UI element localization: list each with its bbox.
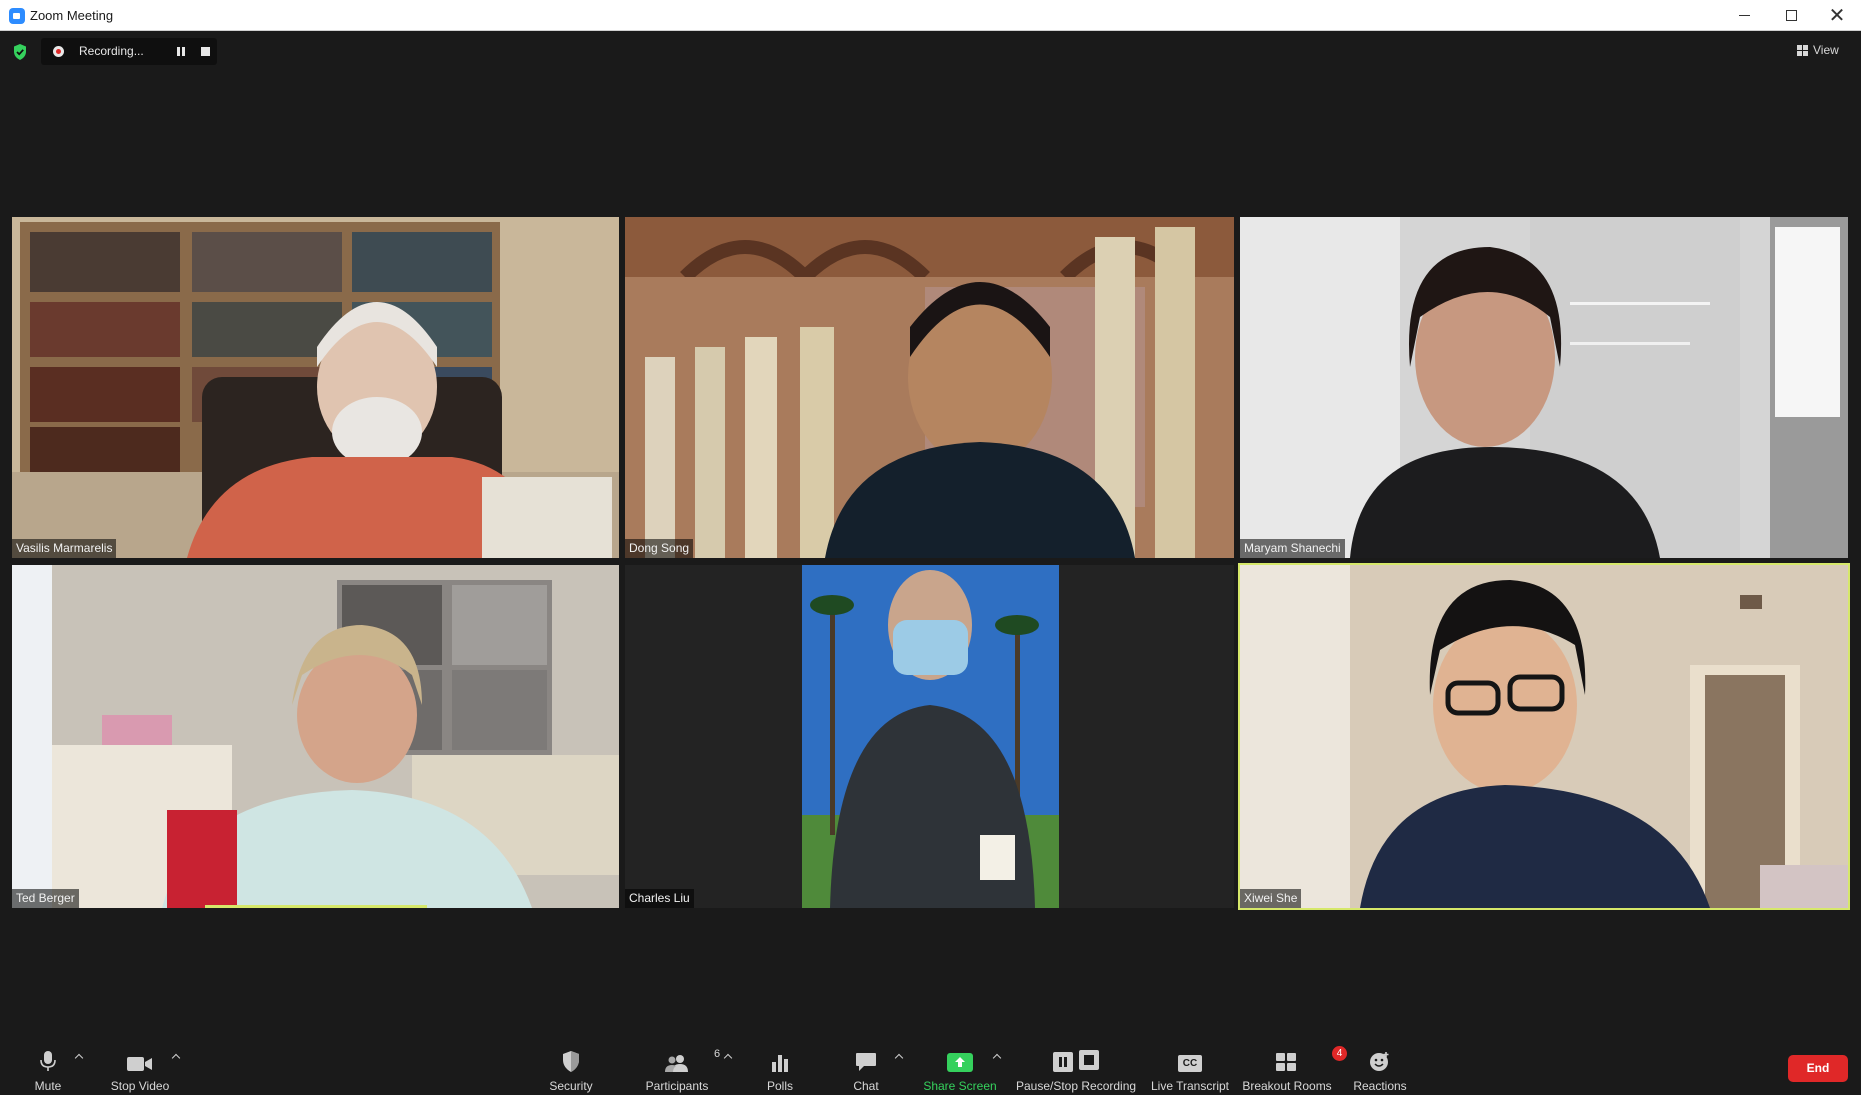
- pause-recording-icon[interactable]: [175, 46, 187, 57]
- chat-label: Chat: [853, 1079, 879, 1093]
- participants-button[interactable]: 6 Participants: [642, 1048, 720, 1094]
- reactions-button[interactable]: Reactions: [1352, 1048, 1408, 1094]
- pause-stop-recording-label: Pause/Stop Recording: [1015, 1079, 1137, 1093]
- participants-label: Participants: [645, 1079, 709, 1093]
- security-button[interactable]: Security: [546, 1048, 596, 1094]
- stop-video-label: Stop Video: [110, 1079, 170, 1093]
- share-screen-icon: [947, 1053, 973, 1072]
- audio-options-caret-icon[interactable]: [74, 1052, 84, 1062]
- minimize-button[interactable]: [1724, 0, 1764, 31]
- polls-button[interactable]: Polls: [762, 1048, 798, 1094]
- participant-name: Xiwei She: [1240, 889, 1302, 908]
- stop-recording-icon[interactable]: [201, 47, 210, 56]
- participants-icon: [665, 1055, 688, 1072]
- recording-status: Recording...: [79, 44, 144, 58]
- audio-level-bar: [205, 905, 427, 908]
- share-screen-label: Share Screen: [923, 1079, 997, 1093]
- participant-video: [625, 217, 1234, 558]
- participants-count: 6: [714, 1048, 721, 1060]
- recording-indicator: Recording...: [41, 38, 217, 65]
- pause-stop-recording-icon: [1053, 1050, 1099, 1072]
- participant-name: Maryam Shanechi: [1240, 539, 1345, 558]
- participant-video: [1240, 565, 1848, 908]
- maximize-icon: [1785, 10, 1797, 21]
- meeting-toolbar: Mute Stop Video Security 6 Participants …: [0, 1040, 1861, 1095]
- chat-bubble-icon: [856, 1053, 876, 1071]
- participant-tile[interactable]: Dong Song: [625, 217, 1234, 558]
- video-options-caret-icon[interactable]: [171, 1052, 181, 1062]
- title-bar: Zoom Meeting ✕: [0, 0, 1861, 31]
- participant-tile[interactable]: Maryam Shanechi: [1240, 217, 1848, 558]
- reactions-smiley-icon: [1370, 1052, 1389, 1071]
- zoom-app-icon: [9, 8, 25, 24]
- shield-icon: [563, 1051, 579, 1072]
- close-window-button[interactable]: ✕: [1817, 0, 1857, 31]
- stop-video-button[interactable]: Stop Video: [106, 1048, 174, 1094]
- breakout-rooms-button[interactable]: 4 Breakout Rooms: [1242, 1046, 1347, 1094]
- participant-video: [625, 565, 1234, 908]
- participants-options-caret-icon[interactable]: [723, 1052, 733, 1062]
- participant-name: Vasilis Marmarelis: [12, 539, 117, 558]
- participant-name: Dong Song: [625, 539, 694, 558]
- participant-name: Ted Berger: [12, 889, 79, 908]
- closed-caption-icon: CC: [1178, 1055, 1202, 1072]
- grid-view-icon: [1797, 44, 1808, 56]
- participant-video: [12, 217, 619, 558]
- participant-video: [12, 565, 619, 908]
- view-button[interactable]: View: [1797, 42, 1839, 58]
- video-camera-icon: [127, 1057, 152, 1071]
- live-transcript-label: Live Transcript: [1150, 1079, 1230, 1093]
- polls-label: Polls: [766, 1079, 793, 1093]
- participant-tile[interactable]: Vasilis Marmarelis: [12, 217, 619, 558]
- security-label: Security: [549, 1079, 593, 1093]
- participant-tile[interactable]: Ted Berger: [12, 565, 619, 908]
- share-options-caret-icon[interactable]: [992, 1052, 1002, 1062]
- reactions-label: Reactions: [1353, 1079, 1407, 1093]
- share-screen-button[interactable]: Share Screen: [923, 1048, 997, 1094]
- bar-chart-icon: [772, 1055, 788, 1072]
- shield-check-icon[interactable]: [13, 44, 27, 60]
- end-meeting-button[interactable]: End: [1788, 1055, 1848, 1082]
- minimize-icon: [1738, 15, 1750, 16]
- participant-video: [1240, 217, 1848, 558]
- zoom-meeting-window: Zoom Meeting ✕ Recording... View Vasilis…: [0, 0, 1861, 1095]
- participant-tile[interactable]: Charles Liu: [625, 565, 1234, 908]
- microphone-icon: [40, 1051, 56, 1071]
- mute-button[interactable]: Mute: [28, 1048, 68, 1094]
- participant-tile-active-speaker[interactable]: Xiwei She: [1238, 563, 1850, 910]
- breakout-rooms-icon: [1276, 1053, 1296, 1071]
- window-title: Zoom Meeting: [30, 8, 114, 23]
- live-transcript-button[interactable]: CC Live Transcript: [1148, 1048, 1232, 1094]
- participant-name: Charles Liu: [625, 889, 694, 908]
- breakout-rooms-label: Breakout Rooms: [1242, 1079, 1332, 1093]
- mute-label: Mute: [34, 1079, 62, 1093]
- chat-options-caret-icon[interactable]: [894, 1052, 904, 1062]
- maximize-button[interactable]: [1771, 0, 1811, 31]
- close-icon: ✕: [1828, 4, 1846, 27]
- recording-dot-icon: [53, 46, 64, 57]
- chat-button[interactable]: Chat: [846, 1048, 886, 1094]
- breakout-rooms-badge: 4: [1332, 1046, 1347, 1061]
- view-label: View: [1813, 43, 1839, 57]
- pause-stop-recording-button[interactable]: Pause/Stop Recording: [1016, 1048, 1136, 1094]
